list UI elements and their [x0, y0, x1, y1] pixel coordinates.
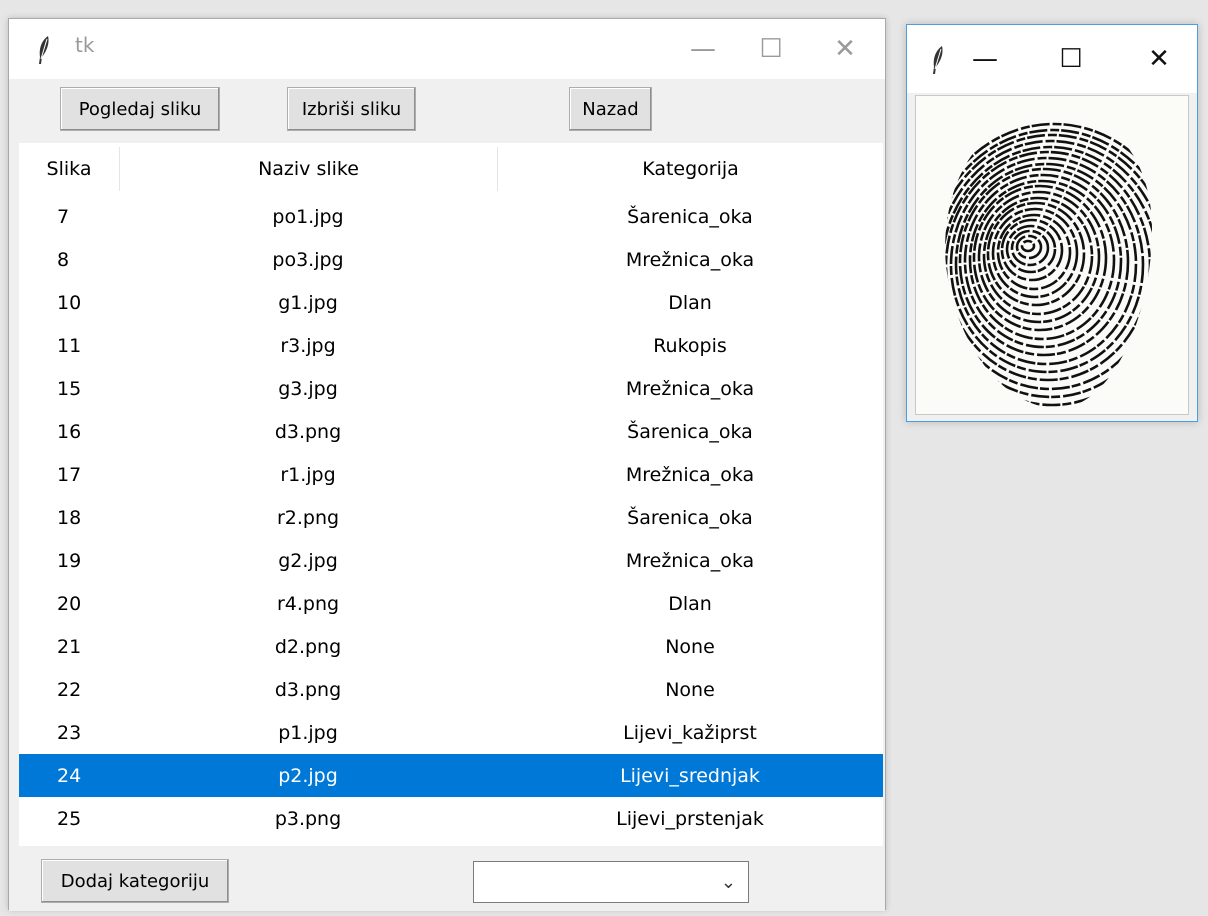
table-row[interactable]: 11 r3.jpg Rukopis	[19, 324, 883, 367]
minimize-button[interactable]: —	[673, 19, 733, 79]
cell-slika: 11	[57, 334, 82, 357]
cell-slika: 22	[57, 678, 82, 701]
cell-slika: 25	[57, 807, 82, 830]
minimize-icon: —	[690, 34, 716, 64]
table-row[interactable]: 19 g2.jpg Mrežnica_oka	[19, 539, 883, 582]
image-window-titlebar[interactable]: — ☐ ✕	[907, 25, 1197, 93]
cell-kategorija: None	[665, 678, 715, 701]
images-table[interactable]: Slika Naziv slike Kategorija 7 po1.jpg Šar…	[19, 143, 883, 846]
cell-naziv: p3.png	[274, 807, 342, 830]
table-row[interactable]: 10 g1.jpg Dlan	[19, 281, 883, 324]
fingerprint-icon	[945, 122, 1152, 409]
add-category-button[interactable]: Dodaj kategoriju	[41, 859, 229, 903]
cell-slika: 8	[57, 248, 70, 271]
image-window-minimize-button[interactable]: —	[955, 25, 1015, 93]
toolbar: Pogledaj sliku Izbriši sliku Nazad	[9, 79, 885, 143]
cell-kategorija: Šarenica_oka	[627, 420, 753, 443]
table-row[interactable]: 22 d3.png None	[19, 668, 883, 711]
cell-slika: 18	[57, 506, 82, 529]
table-row[interactable]: 21 d2.png None	[19, 625, 883, 668]
cell-kategorija: Mrežnica_oka	[625, 549, 755, 572]
cell-naziv: g3.jpg	[278, 377, 338, 400]
cell-naziv: d3.png	[274, 678, 342, 701]
category-select[interactable]: ⌄	[473, 861, 749, 903]
main-titlebar[interactable]: tk — ☐ ✕	[9, 19, 885, 79]
table-row[interactable]: 7 po1.jpg Šarenica_oka	[19, 195, 883, 238]
cell-kategorija: Mrežnica_oka	[625, 248, 755, 271]
tk-feather-icon	[933, 46, 943, 74]
cell-kategorija: Lijevi_kažiprst	[623, 721, 757, 744]
fingerprint-image	[915, 95, 1189, 415]
cell-naziv: po3.jpg	[272, 248, 344, 271]
cell-kategorija: None	[665, 635, 715, 658]
cell-naziv: d2.png	[274, 635, 342, 658]
cell-kategorija: Dlan	[668, 291, 712, 314]
cell-slika: 16	[57, 420, 82, 443]
cell-kategorija: Šarenica_oka	[627, 506, 753, 529]
close-icon: ✕	[1148, 44, 1170, 74]
cell-slika: 17	[57, 463, 82, 486]
table-row[interactable]: 16 d3.png Šarenica_oka	[19, 410, 883, 453]
table-row[interactable]: 24 p2.jpg Lijevi_srednjak	[19, 754, 883, 797]
close-button[interactable]: ✕	[815, 19, 875, 79]
maximize-icon: ☐	[1059, 44, 1083, 74]
bottom-bar: Dodaj kategoriju ⌄	[9, 847, 885, 911]
table-header: Slika Naziv slike Kategorija	[19, 143, 883, 195]
table-row[interactable]: 25 p3.png Lijevi_prstenjak	[19, 797, 883, 840]
cell-slika: 19	[57, 549, 82, 572]
cell-naziv: r3.jpg	[280, 334, 336, 357]
cell-kategorija: Lijevi_prstenjak	[616, 807, 764, 830]
cell-naziv: g2.jpg	[278, 549, 338, 572]
cell-naziv: r4.png	[276, 592, 340, 615]
main-window: tk — ☐ ✕ Pogledaj sliku Izbriši sliku Na…	[8, 18, 886, 911]
cell-slika: 24	[57, 764, 82, 787]
view-image-button[interactable]: Pogledaj sliku	[60, 87, 220, 131]
maximize-icon: ☐	[759, 34, 783, 64]
back-button[interactable]: Nazad	[569, 87, 652, 131]
cell-slika: 7	[57, 205, 70, 228]
cell-kategorija: Lijevi_srednjak	[620, 764, 760, 787]
cell-naziv: r2.png	[276, 506, 340, 529]
cell-kategorija: Rukopis	[653, 334, 727, 357]
maximize-button[interactable]: ☐	[741, 19, 801, 79]
cell-slika: 15	[57, 377, 82, 400]
table-row[interactable]: 8 po3.jpg Mrežnica_oka	[19, 238, 883, 281]
cell-slika: 23	[57, 721, 82, 744]
table-row[interactable]: 20 r4.png Dlan	[19, 582, 883, 625]
cell-slika: 21	[57, 635, 82, 658]
close-icon: ✕	[834, 34, 856, 64]
cell-naziv: d3.png	[274, 420, 342, 443]
cell-naziv: p2.jpg	[278, 764, 338, 787]
image-window-close-button[interactable]: ✕	[1129, 25, 1189, 93]
minimize-icon: —	[972, 44, 998, 74]
table-row[interactable]: 18 r2.png Šarenica_oka	[19, 496, 883, 539]
tk-feather-icon	[39, 36, 49, 64]
cell-kategorija: Mrežnica_oka	[625, 377, 755, 400]
cell-naziv: r1.jpg	[280, 463, 336, 486]
cell-kategorija: Mrežnica_oka	[625, 463, 755, 486]
table-row[interactable]: 15 g3.jpg Mrežnica_oka	[19, 367, 883, 410]
table-row[interactable]: 23 p1.jpg Lijevi_kažiprst	[19, 711, 883, 754]
cell-slika: 20	[57, 592, 82, 615]
cell-kategorija: Šarenica_oka	[627, 205, 753, 228]
chevron-down-icon[interactable]: ⌄	[721, 872, 736, 893]
column-header-kategorija[interactable]: Kategorija	[498, 143, 883, 195]
column-header-slika[interactable]: Slika	[19, 143, 119, 195]
image-window-maximize-button[interactable]: ☐	[1041, 25, 1101, 93]
cell-naziv: g1.jpg	[278, 291, 338, 314]
image-window: — ☐ ✕	[906, 24, 1198, 422]
window-title: tk	[75, 33, 95, 57]
cell-kategorija: Dlan	[668, 592, 712, 615]
table-row[interactable]: 17 r1.jpg Mrežnica_oka	[19, 453, 883, 496]
cell-naziv: p1.jpg	[278, 721, 338, 744]
cell-naziv: po1.jpg	[272, 205, 344, 228]
cell-slika: 10	[57, 291, 82, 314]
column-header-naziv[interactable]: Naziv slike	[120, 143, 497, 195]
delete-image-button[interactable]: Izbriši sliku	[287, 87, 416, 131]
table-body: 7 po1.jpg Šarenica_oka 8 po3.jpg Mrežnica_oka…	[19, 195, 883, 840]
